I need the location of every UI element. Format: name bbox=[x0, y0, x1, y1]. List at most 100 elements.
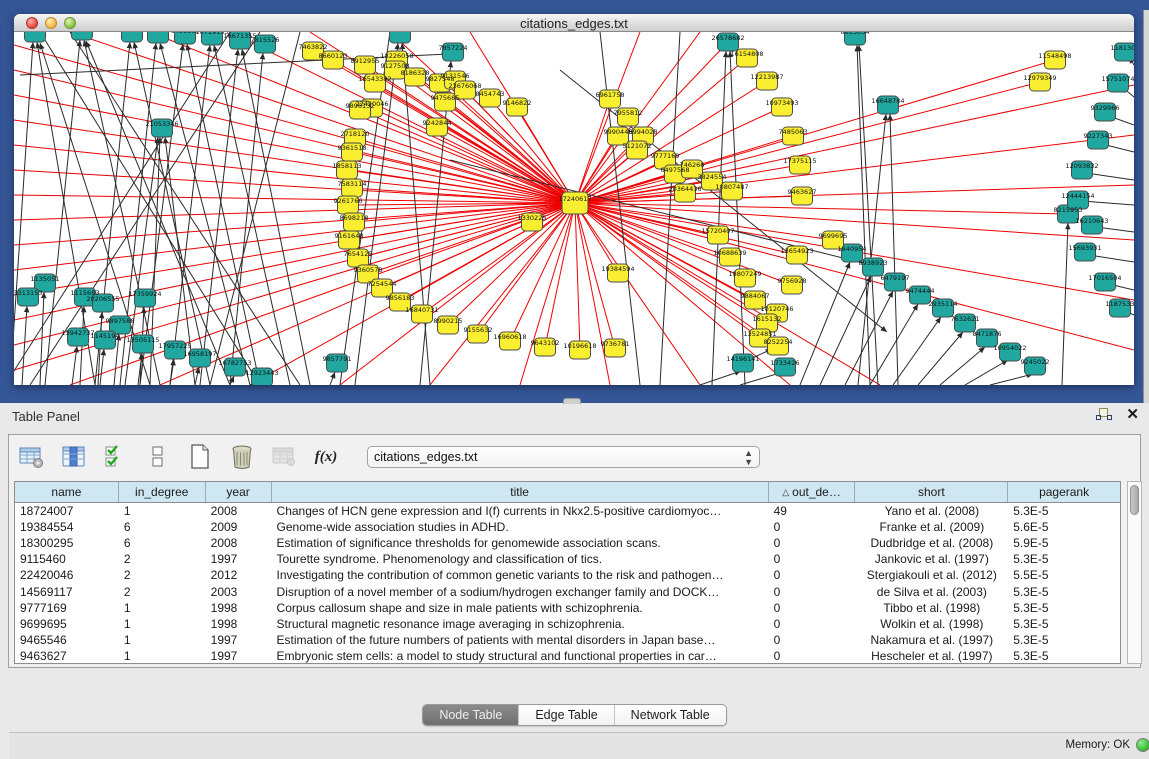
graph-node-label: 13524851 bbox=[743, 330, 776, 338]
cell-title: Changes of HCN gene expression and I(f) … bbox=[272, 504, 769, 518]
table-row[interactable]: 2242004622012Investigating the contribut… bbox=[15, 567, 1120, 583]
table-row[interactable]: 1938455462009Genome-wide association stu… bbox=[15, 519, 1120, 535]
graph-node-label: 3313153 bbox=[14, 289, 42, 297]
cell-short: Jankovic et al. (1997) bbox=[855, 552, 1008, 566]
graph-node[interactable] bbox=[122, 32, 143, 42]
graph-node-label: 1330225 bbox=[518, 214, 547, 222]
graph-node-label: 8990215 bbox=[434, 317, 463, 325]
table-row[interactable]: 977716911998Corpus callosum shape and si… bbox=[15, 600, 1120, 616]
graph-node-label: 8698218 bbox=[340, 214, 369, 222]
graph-node-label: 12093832 bbox=[1065, 162, 1098, 170]
node-table: namein_degreeyeartitle△out_de…shortpager… bbox=[14, 481, 1121, 664]
graph-node-label: 10688639 bbox=[713, 249, 746, 257]
table-row[interactable]: 911546021997Tourette syndrome. Phenomeno… bbox=[15, 551, 1120, 567]
select-rows-icon[interactable] bbox=[101, 442, 131, 472]
graph-node-label: 11548498 bbox=[1038, 52, 1071, 60]
cell-out_de: 0 bbox=[769, 552, 856, 566]
cell-pagerank: 5.3E-5 bbox=[1008, 552, 1120, 566]
graph-node-label: 1181304 bbox=[1111, 44, 1134, 52]
delete-column-icon[interactable] bbox=[227, 442, 257, 472]
graph-node[interactable] bbox=[25, 32, 46, 42]
graph-node-label: 20206555 bbox=[86, 295, 119, 303]
column-header-in_degree[interactable]: in_degree bbox=[119, 482, 206, 502]
table-panel-body: f(x) citations_edges.txt ▲▼ namein_degre… bbox=[8, 434, 1141, 668]
graph-node-label: 1733426 bbox=[771, 359, 800, 367]
graph-node-label: 19384594 bbox=[601, 265, 634, 273]
graph-node[interactable] bbox=[72, 32, 93, 40]
column-header-out_de[interactable]: △out_de… bbox=[769, 482, 856, 502]
column-header-pagerank[interactable]: pagerank bbox=[1008, 482, 1120, 502]
tab-network-table[interactable]: Network Table bbox=[615, 705, 726, 725]
graph-node-label: 7857224 bbox=[439, 44, 468, 52]
graph-node-label: 1187533 bbox=[1106, 300, 1134, 308]
table-settings-icon[interactable] bbox=[17, 442, 47, 472]
column-chooser-icon[interactable] bbox=[59, 442, 89, 472]
cell-out_de: 49 bbox=[769, 504, 856, 518]
network-view-canvas[interactable]: 1405572427691406106552571527602646616010… bbox=[14, 32, 1134, 385]
table-row[interactable]: 946554611997Estimation of the future num… bbox=[15, 632, 1120, 648]
graph-node-label: 8215953 bbox=[1054, 206, 1083, 214]
column-header-short[interactable]: short bbox=[855, 482, 1008, 502]
new-column-icon[interactable] bbox=[185, 442, 215, 472]
graph-node-label: 16543382 bbox=[358, 75, 391, 83]
table-row[interactable]: 1872400712008Changes of HCN gene express… bbox=[15, 503, 1120, 519]
cell-name: 19384554 bbox=[15, 520, 119, 534]
graph-node-label: 9242844 bbox=[423, 119, 452, 127]
table-row[interactable]: 946362711997Embryonic stem cells: a mode… bbox=[15, 648, 1120, 664]
network-window[interactable]: citations_edges.txt 14055724276914061065… bbox=[14, 14, 1134, 385]
graph-node-label: 9146822 bbox=[503, 99, 532, 107]
graph-node-label: 23676068 bbox=[448, 82, 481, 90]
graph-node-label: 10807487 bbox=[715, 183, 748, 191]
table-row[interactable]: 1830029562008Estimation of significance … bbox=[15, 535, 1120, 551]
row-height-icon[interactable] bbox=[143, 442, 173, 472]
table-selector-dropdown[interactable]: citations_edges.txt ▲▼ bbox=[367, 446, 760, 468]
graph-node-label: 1840954 bbox=[838, 245, 867, 253]
memory-status-indicator[interactable] bbox=[1136, 738, 1149, 752]
graph-node-label: 21053346 bbox=[145, 120, 178, 128]
cell-short: Stergiakouli et al. (2012) bbox=[855, 568, 1008, 582]
table-row[interactable]: 1456911722003Disruption of a novel membe… bbox=[15, 583, 1120, 599]
tab-edge-table[interactable]: Edge Table bbox=[519, 705, 614, 725]
cell-pagerank: 5.3E-5 bbox=[1008, 585, 1120, 599]
cell-out_de: 0 bbox=[769, 536, 856, 550]
graph-node-label: 9856183 bbox=[386, 294, 415, 302]
table-toolbar: f(x) citations_edges.txt ▲▼ bbox=[9, 435, 1140, 479]
cell-year: 1997 bbox=[206, 552, 272, 566]
graph-node-label: 9897588 bbox=[106, 317, 135, 325]
column-header-year[interactable]: year bbox=[206, 482, 272, 502]
cell-pagerank: 5.3E-5 bbox=[1008, 633, 1120, 647]
tab-node-table[interactable]: Node Table bbox=[423, 705, 519, 725]
close-panel-icon[interactable]: ✕ bbox=[1126, 407, 1139, 423]
graph-node-label: 7632621 bbox=[951, 315, 980, 323]
network-window-titlebar[interactable]: citations_edges.txt bbox=[14, 14, 1134, 32]
float-panel-icon[interactable] bbox=[1096, 407, 1112, 423]
graph-node-label: 7485063 bbox=[779, 128, 808, 136]
table-scrollbar-thumb[interactable] bbox=[1130, 485, 1139, 515]
cell-in_degree: 2 bbox=[119, 552, 206, 566]
graph-node-label: 17957225 bbox=[158, 342, 191, 350]
cell-short: Dudbridge et al. (2008) bbox=[855, 536, 1008, 550]
network-graph[interactable]: 1405572427691406106552571527602646616010… bbox=[14, 32, 1134, 385]
graph-node-label: 10973493 bbox=[765, 99, 798, 107]
table-row[interactable]: 969969511998Structural magnetic resonanc… bbox=[15, 616, 1120, 632]
cell-year: 1997 bbox=[206, 649, 272, 663]
function-builder-icon[interactable]: f(x) bbox=[311, 442, 341, 472]
column-header-name[interactable]: name bbox=[15, 482, 119, 502]
column-header-title[interactable]: title bbox=[272, 482, 769, 502]
graph-node-label: 10196618 bbox=[563, 342, 596, 350]
graph-node-label: 15751074 bbox=[1101, 75, 1134, 83]
memory-status-label: Memory: OK bbox=[1065, 739, 1130, 751]
graph-node-label: 16210643 bbox=[1075, 217, 1108, 225]
cell-title: Disruption of a novel member of a sodium… bbox=[272, 585, 769, 599]
cell-in_degree: 1 bbox=[119, 504, 206, 518]
graph-node-label: 10120746 bbox=[760, 305, 793, 313]
graph-node-label: 9777169 bbox=[651, 152, 680, 160]
cell-out_de: 0 bbox=[769, 520, 856, 534]
cell-in_degree: 1 bbox=[119, 633, 206, 647]
graph-node-label: 17375115 bbox=[783, 157, 816, 165]
graph-node-label: 12923443 bbox=[245, 369, 278, 377]
graph-node-label: 9474444 bbox=[906, 287, 935, 295]
delete-table-icon[interactable] bbox=[269, 442, 299, 472]
graph-node-label: 7254544 bbox=[368, 280, 397, 288]
table-scrollbar[interactable] bbox=[1127, 481, 1142, 664]
